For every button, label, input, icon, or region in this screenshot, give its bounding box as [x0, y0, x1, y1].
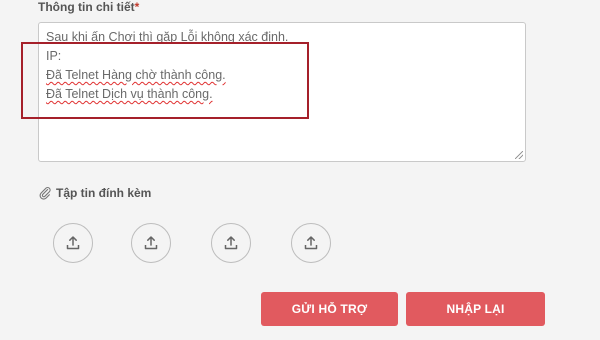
support-form: Thông tin chi tiết* Sau khi ấn Chơi thì … — [0, 0, 600, 340]
attachment-label-text: Tập tin đính kèm — [56, 186, 152, 200]
detail-label-text: Thông tin chi tiết — [38, 0, 135, 14]
upload-button-1[interactable] — [53, 223, 93, 263]
detail-label: Thông tin chi tiết* — [38, 0, 139, 14]
resize-handle[interactable] — [515, 151, 523, 159]
submit-support-label: GỬI HỖ TRỢ — [291, 302, 368, 316]
upload-button-3[interactable] — [211, 223, 251, 263]
upload-icon — [66, 236, 80, 250]
upload-icon — [224, 236, 238, 250]
paperclip-icon — [39, 187, 51, 200]
annotation-highlight-box — [21, 42, 309, 119]
submit-support-button[interactable]: GỬI HỖ TRỢ — [261, 292, 398, 326]
attachment-label: Tập tin đính kèm — [38, 186, 151, 200]
upload-button-4[interactable] — [291, 223, 331, 263]
required-mark: * — [134, 0, 140, 14]
reset-button[interactable]: NHẬP LẠI — [406, 292, 545, 326]
reset-label: NHẬP LẠI — [446, 302, 505, 316]
upload-icon — [144, 236, 158, 250]
upload-icon — [304, 236, 318, 250]
upload-button-2[interactable] — [131, 223, 171, 263]
